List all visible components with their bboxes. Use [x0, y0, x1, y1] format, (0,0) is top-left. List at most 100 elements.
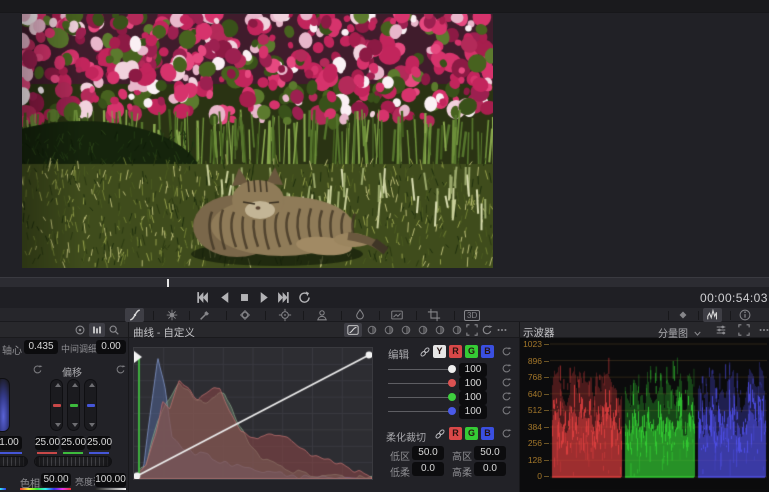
curve-mode-sat-lum-icon[interactable]	[451, 324, 463, 336]
scope-options-icon[interactable]	[758, 324, 769, 336]
pivot-value[interactable]: 0.435	[24, 340, 58, 354]
offset-green-value[interactable]: 25.00	[61, 436, 85, 450]
tool-power-window[interactable]	[238, 308, 252, 322]
tool-magic-mask[interactable]	[315, 308, 329, 322]
blue-slider-value[interactable]: 100	[459, 405, 487, 419]
tool-curves[interactable]	[125, 308, 144, 322]
tool-stereo-3d[interactable]: 3D	[464, 310, 480, 321]
viewer-image[interactable]	[22, 14, 493, 268]
reset-offset-icon[interactable]	[115, 364, 126, 375]
channel-r-button[interactable]: R	[449, 345, 462, 358]
color-bars-mode-icon[interactable]	[89, 323, 105, 337]
reset-master-icon[interactable]	[32, 364, 43, 375]
curves-panel: 曲线 - 自定义 编辑 Y R G B 100	[128, 322, 519, 492]
scope-expand-icon[interactable]	[738, 324, 750, 336]
davinci-resolve-color-page: 00:00:54:03 3D	[0, 0, 769, 492]
gang-channels-icon[interactable]	[419, 346, 431, 358]
tool-info[interactable]	[738, 308, 752, 322]
scope-title: 示波器	[523, 325, 555, 340]
offset-green-slider[interactable]	[67, 379, 80, 431]
edit-label: 编辑	[388, 347, 409, 362]
low-value[interactable]: 50.0	[412, 446, 444, 460]
tool-sizing[interactable]	[427, 308, 441, 322]
playhead[interactable]	[167, 279, 169, 287]
offset-blue-slider[interactable]	[84, 379, 97, 431]
curves-reset-icon[interactable]	[481, 324, 493, 336]
curve-mode-custom-icon[interactable]	[344, 323, 362, 337]
curves-options-icon[interactable]	[496, 324, 508, 336]
step-back-button[interactable]	[218, 291, 231, 304]
offset-blue-value[interactable]: 25.00	[87, 436, 111, 450]
red-reset-icon[interactable]	[501, 377, 512, 388]
curve-mode-hue-hue-icon[interactable]	[366, 324, 378, 336]
timeline-scrubber[interactable]	[0, 277, 769, 287]
soft-clip-b-button[interactable]: B	[481, 427, 494, 440]
offset-red-slider[interactable]	[50, 379, 63, 431]
luma-mix-strip	[95, 488, 126, 490]
master-bar[interactable]	[0, 378, 10, 432]
luma-slider-handle[interactable]	[448, 365, 456, 373]
soft-clip-g-button[interactable]: G	[465, 427, 478, 440]
master-wheel[interactable]	[0, 456, 28, 467]
hue-gradient-strip	[20, 488, 71, 490]
skip-to-start-button[interactable]	[196, 291, 209, 304]
offset-label: 偏移	[62, 364, 82, 379]
tool-blur[interactable]	[353, 308, 367, 322]
tool-key[interactable]	[390, 308, 404, 322]
luma-slider-value[interactable]: 100	[459, 363, 487, 377]
scope-settings-icon[interactable]	[715, 324, 727, 336]
green-reset-icon[interactable]	[501, 391, 512, 402]
curves-title: 曲线 - 自定义	[133, 325, 195, 340]
green-slider-value[interactable]: 100	[459, 391, 487, 405]
top-bar	[0, 0, 769, 13]
offset-red-value[interactable]: 25.00	[35, 436, 59, 450]
low-soft-value[interactable]: 0.0	[412, 462, 444, 476]
tool-color-warper[interactable]	[165, 308, 179, 322]
loop-button[interactable]	[298, 291, 311, 304]
blue-reset-icon[interactable]	[501, 405, 512, 416]
scope-mode-dropdown[interactable]: 分量图	[658, 324, 703, 337]
soft-clip-gang-icon[interactable]	[434, 428, 446, 440]
channel-b-button[interactable]: B	[481, 345, 494, 358]
hue-value[interactable]: 50.00	[41, 473, 71, 487]
tool-tracker[interactable]	[278, 308, 292, 322]
palette-toolbar: 3D	[0, 308, 769, 322]
tool-keyframes[interactable]	[676, 308, 690, 322]
green-slider-handle[interactable]	[448, 393, 456, 401]
color-wheels-mode-icon[interactable]	[74, 324, 86, 336]
tool-scopes[interactable]	[703, 308, 722, 322]
channel-y-button[interactable]: Y	[433, 345, 446, 358]
blue-slider-handle[interactable]	[448, 407, 456, 415]
luma-mix-value[interactable]: 100.00	[95, 473, 126, 487]
viewer-area	[0, 13, 769, 277]
high-value[interactable]: 50.0	[474, 446, 506, 460]
curve-graph[interactable]	[133, 347, 373, 480]
scope-tick: 640	[520, 390, 542, 399]
play-button[interactable]	[258, 291, 271, 304]
mid-detail-value[interactable]: 0.00	[96, 340, 126, 354]
luma-reset-icon[interactable]	[501, 363, 512, 374]
rgb-parade-waveform	[550, 339, 767, 489]
offset-wheel[interactable]	[34, 456, 112, 467]
curve-mode-lum-sat-icon[interactable]	[417, 324, 429, 336]
soft-clip-reset-icon[interactable]	[501, 428, 512, 439]
master-value[interactable]: 1.00	[0, 436, 22, 450]
skip-to-end-button[interactable]	[277, 291, 290, 304]
scope-tick: 896	[520, 357, 542, 366]
channel-g-button[interactable]: G	[465, 345, 478, 358]
log-wheels-mode-icon[interactable]	[108, 324, 120, 336]
red-slider-handle[interactable]	[448, 379, 456, 387]
timecode: 00:00:54:03	[700, 291, 764, 305]
edit-reset-icon[interactable]	[501, 346, 512, 357]
high-soft-value[interactable]: 0.0	[474, 462, 506, 476]
curves-expand-icon[interactable]	[466, 324, 478, 336]
curve-mode-sat-sat-icon[interactable]	[434, 324, 446, 336]
tool-qualifier[interactable]	[198, 308, 212, 322]
stop-button[interactable]	[238, 291, 251, 304]
red-slider-value[interactable]: 100	[459, 377, 487, 391]
curve-mode-hue-sat-icon[interactable]	[383, 324, 395, 336]
transport-bar: 00:00:54:03	[0, 287, 769, 308]
curve-mode-hue-lum-icon[interactable]	[400, 324, 412, 336]
soft-clip-r-button[interactable]: R	[449, 427, 462, 440]
low-label: 低区	[390, 448, 410, 463]
